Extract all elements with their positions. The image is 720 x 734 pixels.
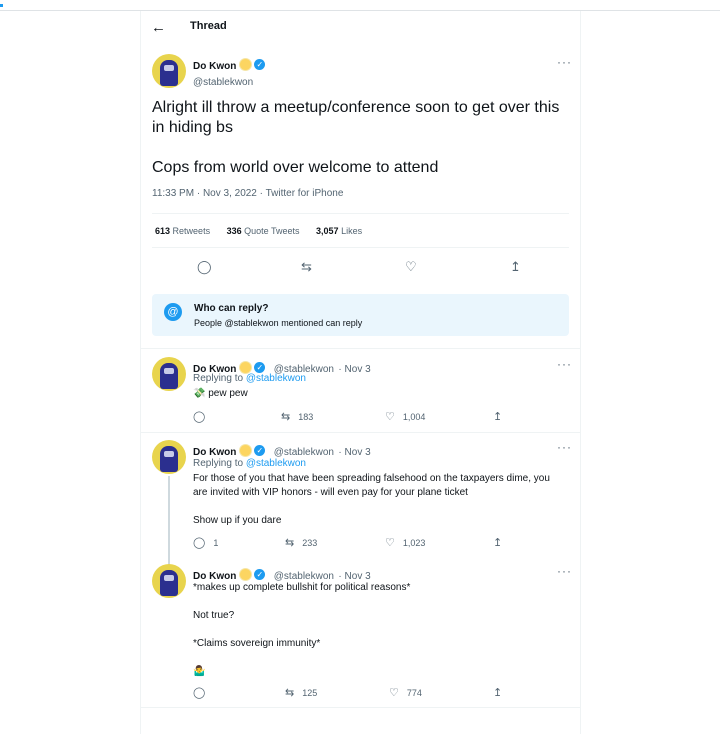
more-options-icon[interactable]: ··· xyxy=(557,55,572,69)
reply-actions: ◯ 1 ⇆ 233 ♡ 1,023 ↥ xyxy=(193,536,563,550)
thread-header: ← Thread xyxy=(141,11,580,43)
verified-icon: ✓ xyxy=(254,59,266,71)
share-icon[interactable]: ↥ xyxy=(493,686,510,699)
avatar[interactable] xyxy=(152,440,186,474)
like-button[interactable]: ♡ 1,023 xyxy=(385,536,425,549)
reply-text: *Claims sovereign immunity* xyxy=(193,638,321,649)
author-name[interactable]: Do Kwon xyxy=(193,61,236,72)
retweet-button[interactable]: ⇆ 183 xyxy=(281,410,313,423)
tweet-text-line-1: Alright ill throw a meetup/conference so… xyxy=(152,99,560,136)
author-handle[interactable]: @stablekwon xyxy=(193,77,265,88)
more-options-icon[interactable]: ··· xyxy=(557,357,572,371)
who-can-reply-box: @ Who can reply? People @stablekwon ment… xyxy=(152,294,569,336)
replying-to-handle[interactable]: @stablekwon xyxy=(246,373,306,384)
verified-icon: ✓ xyxy=(254,445,266,457)
sun-badge-icon xyxy=(240,569,252,581)
reply-tweet[interactable]: Do Kwon ✓ @stablekwon · Nov 3 ··· Replyin… xyxy=(141,440,580,568)
share-icon[interactable]: ↥ xyxy=(493,410,510,423)
thread-column: ← Thread Do Kwon ✓ @stablekwon ··· Alrigh… xyxy=(140,11,581,734)
avatar[interactable] xyxy=(152,564,186,598)
thread-connector xyxy=(168,476,170,568)
back-arrow-icon[interactable]: ← xyxy=(151,19,166,36)
retweet-button[interactable]: ⇆ 233 xyxy=(285,536,317,549)
reply-button[interactable]: ◯ 1 xyxy=(193,536,218,549)
tweet-text-line-2: Cops from world over welcome to attend xyxy=(152,159,439,176)
replying-to: Replying to @stablekwon xyxy=(193,373,306,384)
avatar[interactable] xyxy=(152,54,186,88)
who-can-reply-text: People @stablekwon mentioned can reply xyxy=(194,318,363,328)
tweet-actions: ◯ ⇆ ♡ ↥ xyxy=(141,259,580,279)
tab-indicator xyxy=(0,4,3,7)
tweet-meta[interactable]: 11:33 PM · Nov 3, 2022 · Twitter for iPh… xyxy=(152,188,343,199)
more-options-icon[interactable]: ··· xyxy=(557,564,572,578)
reply-text: Not true? xyxy=(193,610,235,621)
sun-badge-icon xyxy=(240,445,252,457)
divider xyxy=(152,247,569,248)
retweet-button[interactable]: ⇆ 125 xyxy=(285,686,317,699)
reply-icon[interactable]: ◯ xyxy=(193,410,213,423)
like-button[interactable]: ♡ 1,004 xyxy=(385,410,425,423)
divider xyxy=(141,348,580,349)
reply-text: For those of you that have been spreadin… xyxy=(193,473,550,498)
replying-to: Replying to @stablekwon xyxy=(193,458,306,469)
reply-actions: ◯ ⇆ 125 ♡ 774 ↥ xyxy=(193,686,563,700)
author-block: Do Kwon ✓ @stablekwon xyxy=(193,56,266,88)
likes-stat[interactable]: 3,057 Likes xyxy=(316,226,362,236)
reply-icon[interactable]: ◯ xyxy=(193,686,213,699)
share-icon[interactable]: ↥ xyxy=(493,536,510,549)
who-can-reply-title: Who can reply? xyxy=(194,303,269,314)
more-options-icon[interactable]: ··· xyxy=(557,440,572,454)
verified-icon: ✓ xyxy=(254,569,266,581)
tweet-stats: 613 Retweets 336 Quote Tweets 3,057 Like… xyxy=(155,226,376,236)
divider xyxy=(141,707,580,708)
divider xyxy=(141,432,580,433)
page-title: Thread xyxy=(190,20,227,32)
share-icon[interactable]: ↥ xyxy=(510,259,521,275)
like-icon[interactable]: ♡ xyxy=(405,259,417,275)
at-icon: @ xyxy=(164,303,182,321)
reply-text: *makes up complete bullshit for politica… xyxy=(193,582,411,593)
reply-tweet[interactable]: Do Kwon ✓ @stablekwon · Nov 3 ··· *makes … xyxy=(141,564,580,712)
reply-actions: ◯ ⇆ 183 ♡ 1,004 ↥ xyxy=(193,410,563,424)
browser-top-bar xyxy=(0,0,720,11)
reply-text: 💸 pew pew xyxy=(193,388,248,399)
like-button[interactable]: ♡ 774 xyxy=(389,686,422,699)
shrug-emoji: 🤷‍♂️ xyxy=(193,666,206,677)
avatar[interactable] xyxy=(152,357,186,391)
reply-icon[interactable]: ◯ xyxy=(197,259,212,275)
retweets-stat[interactable]: 613 Retweets xyxy=(155,226,210,236)
replying-to-handle[interactable]: @stablekwon xyxy=(246,458,306,469)
sun-badge-icon xyxy=(240,59,252,71)
divider xyxy=(152,213,569,214)
reply-text: Show up if you dare xyxy=(193,515,282,526)
retweet-icon[interactable]: ⇆ xyxy=(301,259,312,275)
reply-tweet[interactable]: Do Kwon ✓ @stablekwon · Nov 3 ··· Replyin… xyxy=(141,357,580,431)
quote-tweets-stat[interactable]: 336 Quote Tweets xyxy=(227,226,300,236)
